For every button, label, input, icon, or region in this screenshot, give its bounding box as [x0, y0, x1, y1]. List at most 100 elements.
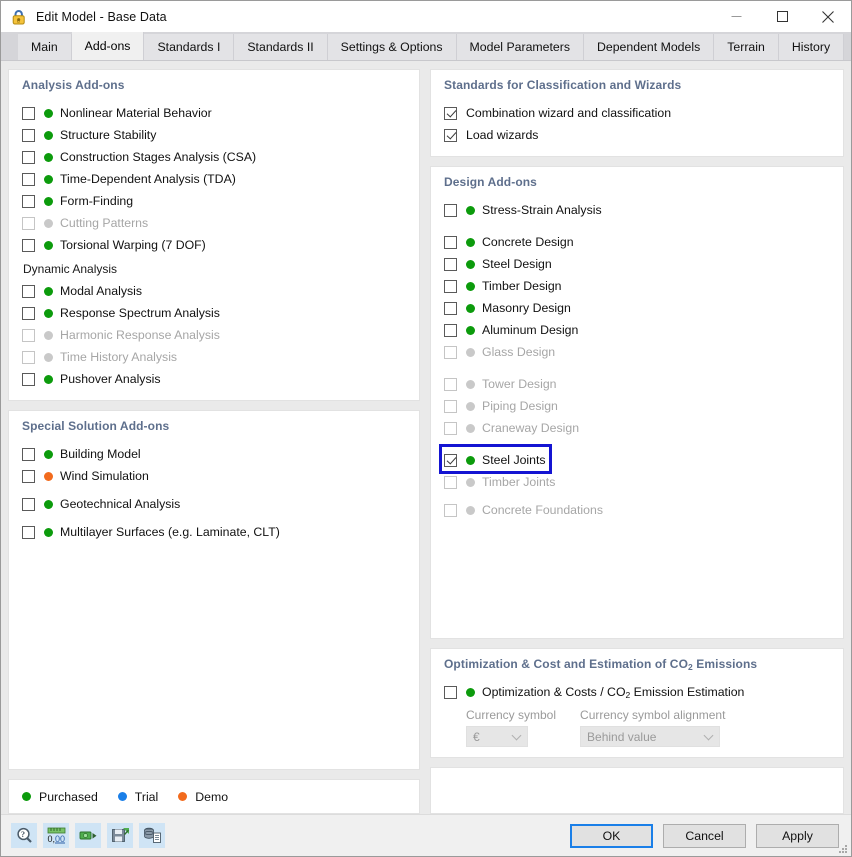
dynamic-analysis-subtitle: Dynamic Analysis	[23, 262, 118, 276]
apply-button[interactable]: Apply	[756, 823, 839, 848]
checkbox-construction-stages-analysis[interactable]	[22, 150, 35, 164]
option-structure-stability[interactable]: Structure Stability	[22, 124, 406, 146]
checkbox-steel-design[interactable]	[444, 257, 457, 271]
currency-alignment-group: Currency symbol alignment Behind value	[580, 708, 725, 747]
status-dot-blue	[117, 792, 127, 801]
checkbox-combination-wizard[interactable]	[444, 106, 457, 120]
tab-standards-ii[interactable]: Standards II	[234, 34, 328, 60]
optimization-option-part1: Optimization & Costs / CO	[482, 685, 626, 699]
checkbox-masonry-design[interactable]	[444, 301, 457, 315]
resize-grip[interactable]	[839, 845, 848, 854]
checkbox-geotechnical-analysis[interactable]	[22, 497, 35, 511]
status-dot-green	[44, 108, 53, 118]
window-controls	[713, 1, 851, 32]
checkbox-building-model[interactable]	[22, 447, 35, 461]
option-form-finding[interactable]: Form-Finding	[22, 190, 406, 212]
option-pushover-analysis[interactable]: Pushover Analysis	[22, 368, 406, 390]
help-search-icon[interactable]: ?	[11, 823, 37, 848]
checkbox-aluminum-design[interactable]	[444, 323, 457, 337]
checkbox-steel-joints[interactable]	[444, 453, 457, 467]
checkbox-optimization-costs[interactable]	[444, 685, 457, 699]
special-solution-addons-panel: Special Solution Add-ons Building Model …	[8, 410, 420, 770]
option-response-spectrum-analysis[interactable]: Response Spectrum Analysis	[22, 302, 406, 324]
units-icon[interactable]: 0, 00	[43, 823, 69, 848]
ok-button[interactable]: OK	[570, 823, 653, 848]
status-dot-gray	[466, 423, 475, 433]
option-multilayer-surfaces[interactable]: Multilayer Surfaces (e.g. Laminate, CLT)	[22, 521, 406, 543]
option-aluminum-design[interactable]: Aluminum Design	[444, 319, 830, 341]
option-label: Piping Design	[482, 399, 558, 413]
checkbox-torsional-warping[interactable]	[22, 238, 35, 252]
chevron-down-icon	[703, 730, 714, 740]
checkbox-craneway-design	[444, 421, 457, 435]
checkbox-multilayer-surfaces[interactable]	[22, 525, 35, 539]
database-report-icon[interactable]	[139, 823, 165, 848]
design-addons-panel: Design Add-ons Stress-Strain Analysis Co…	[430, 166, 844, 639]
option-masonry-design[interactable]: Masonry Design	[444, 297, 830, 319]
cancel-button[interactable]: Cancel	[663, 823, 746, 848]
option-combination-wizard[interactable]: Combination wizard and classification	[444, 102, 830, 124]
option-load-wizards[interactable]: Load wizards	[444, 124, 830, 146]
checkbox-response-spectrum-analysis[interactable]	[22, 306, 35, 320]
tab-model-parameters[interactable]: Model Parameters	[456, 34, 584, 60]
checkbox-form-finding[interactable]	[22, 194, 35, 208]
option-torsional-warping[interactable]: Torsional Warping (7 DOF)	[22, 234, 406, 256]
tab-history[interactable]: History	[778, 34, 845, 60]
status-dot-gray	[44, 330, 53, 340]
tab-terrain[interactable]: Terrain	[714, 34, 779, 60]
tab-settings-options[interactable]: Settings & Options	[327, 34, 457, 60]
option-label: Response Spectrum Analysis	[60, 306, 220, 320]
option-geotechnical-analysis[interactable]: Geotechnical Analysis	[22, 493, 406, 515]
currency-symbol-select[interactable]: €	[466, 726, 528, 747]
tab-main[interactable]: Main	[18, 34, 72, 60]
option-stress-strain-analysis[interactable]: Stress-Strain Analysis	[444, 199, 830, 221]
checkbox-pushover-analysis[interactable]	[22, 372, 35, 386]
option-modal-analysis[interactable]: Modal Analysis	[22, 280, 406, 302]
option-optimization-costs[interactable]: Optimization & Costs / CO2 Emission Esti…	[444, 681, 830, 703]
dialog-buttons: OK Cancel Apply	[570, 823, 839, 848]
checkbox-modal-analysis[interactable]	[22, 284, 35, 298]
option-label: Structure Stability	[60, 128, 157, 142]
currency-alignment-select[interactable]: Behind value	[580, 726, 721, 747]
option-label: Optimization & Costs / CO2 Emission Esti…	[482, 685, 744, 700]
checkbox-tower-design	[444, 377, 457, 391]
option-building-model[interactable]: Building Model	[22, 443, 406, 465]
currency-symbol-label: Currency symbol	[466, 708, 557, 722]
option-timber-design[interactable]: Timber Design	[444, 275, 830, 297]
checkbox-concrete-design[interactable]	[444, 235, 457, 249]
checkbox-wind-simulation[interactable]	[22, 469, 35, 483]
checkbox-time-dependent-analysis[interactable]	[22, 172, 35, 186]
legend-item-demo: Demo	[178, 790, 228, 804]
option-label: Steel Design	[482, 257, 552, 271]
lock-model-icon: 6	[10, 8, 28, 26]
option-wind-simulation[interactable]: Wind Simulation	[22, 465, 406, 487]
optimization-title-subscript: 2	[688, 662, 693, 672]
tab-dependent-models[interactable]: Dependent Models	[584, 34, 715, 60]
tab-standards-i[interactable]: Standards I	[144, 34, 235, 60]
status-dot-gray	[44, 352, 53, 362]
export-icon[interactable]	[75, 823, 101, 848]
tab-add-ons[interactable]: Add-ons	[71, 32, 145, 60]
status-dot-orange	[44, 471, 53, 481]
option-time-history-analysis: Time History Analysis	[22, 346, 406, 368]
close-button[interactable]	[805, 1, 851, 32]
save-settings-icon[interactable]	[107, 823, 133, 848]
option-time-dependent-analysis[interactable]: Time-Dependent Analysis (TDA)	[22, 168, 406, 190]
status-dot-orange	[178, 792, 188, 801]
svg-text:0,: 0,	[47, 834, 55, 844]
checkbox-timber-design[interactable]	[444, 279, 457, 293]
maximize-button[interactable]	[759, 1, 805, 32]
option-concrete-design[interactable]: Concrete Design	[444, 231, 830, 253]
minimize-button[interactable]	[713, 1, 759, 32]
checkbox-nonlinear-material-behavior[interactable]	[22, 106, 35, 120]
option-label: Timber Joints	[482, 475, 556, 489]
option-nonlinear-material-behavior[interactable]: Nonlinear Material Behavior	[22, 102, 406, 124]
design-addons-title: Design Add-ons	[444, 175, 537, 189]
checkbox-load-wizards[interactable]	[444, 128, 457, 142]
option-construction-stages-analysis[interactable]: Construction Stages Analysis (CSA)	[22, 146, 406, 168]
option-label: Timber Design	[482, 279, 562, 293]
option-steel-joints[interactable]: Steel Joints	[439, 444, 830, 474]
checkbox-stress-strain-analysis[interactable]	[444, 203, 457, 217]
checkbox-structure-stability[interactable]	[22, 128, 35, 142]
option-steel-design[interactable]: Steel Design	[444, 253, 830, 275]
